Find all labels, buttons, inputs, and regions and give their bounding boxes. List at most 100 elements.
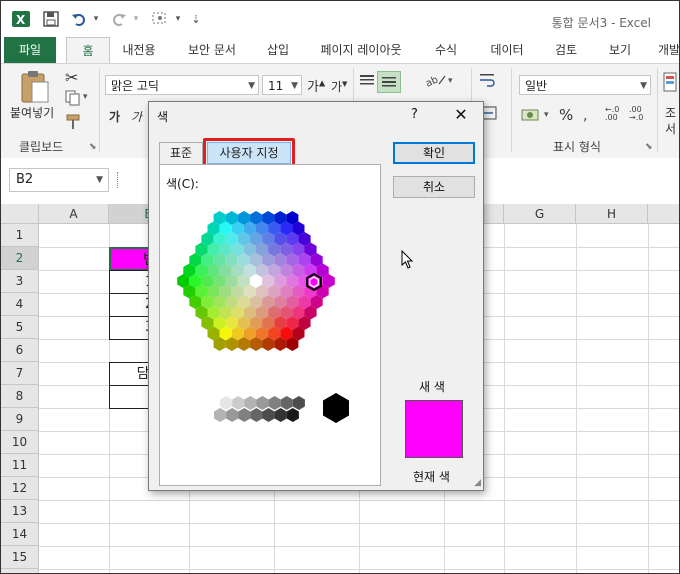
- orientation-dropdown-icon[interactable]: ▾: [448, 76, 453, 86]
- gray-hex-cell[interactable]: [250, 408, 263, 422]
- tab-home[interactable]: 홈: [66, 37, 110, 63]
- save-icon[interactable]: [41, 9, 61, 29]
- gray-hex-cell[interactable]: [262, 408, 275, 422]
- conditional-format-icon[interactable]: [663, 72, 677, 95]
- row-header[interactable]: 5: [1, 316, 39, 339]
- shrink-font-icon[interactable]: 가▼: [331, 78, 347, 95]
- redo-icon[interactable]: [109, 9, 129, 29]
- percent-style-button[interactable]: %: [559, 106, 573, 124]
- cancel-button[interactable]: 취소: [393, 176, 475, 198]
- tab-file[interactable]: 파일: [4, 37, 56, 63]
- resize-grip-icon[interactable]: ◢: [474, 478, 481, 488]
- column-header-g[interactable]: G: [504, 204, 576, 224]
- accounting-format-icon[interactable]: [521, 107, 541, 126]
- touch-dropdown-icon[interactable]: ▾: [173, 9, 183, 29]
- ribbon-partial-top[interactable]: 조: [665, 104, 676, 121]
- tab-formulas[interactable]: 수식: [425, 37, 467, 63]
- tab-page-layout[interactable]: 페이지 레이아웃: [311, 37, 411, 63]
- copy-icon[interactable]: [65, 90, 81, 109]
- row-header[interactable]: 12: [1, 477, 39, 500]
- redo-dropdown-icon[interactable]: ▾: [131, 9, 141, 29]
- ok-button[interactable]: 확인: [393, 142, 475, 164]
- gray-hex-cell[interactable]: [274, 408, 287, 422]
- font-name-select[interactable]: 맑은 고딕 ▼: [105, 75, 259, 95]
- svg-text:X: X: [16, 13, 26, 27]
- comma-style-icon[interactable]: ,: [583, 108, 587, 124]
- row-header[interactable]: 11: [1, 454, 39, 477]
- font-size-select[interactable]: 11 ▼: [262, 75, 302, 95]
- row-header[interactable]: 1: [1, 224, 39, 247]
- undo-icon[interactable]: [69, 9, 89, 29]
- column-header-h[interactable]: H: [576, 204, 648, 224]
- name-box[interactable]: B2 ▼: [9, 168, 109, 192]
- cut-icon[interactable]: ✂: [65, 68, 78, 87]
- ribbon-tabs: 파일 홈 내전용 보안 문서 삽입 페이지 레이아웃 수식 데이터 검토 보기 …: [1, 37, 679, 63]
- column-header-a[interactable]: A: [39, 204, 109, 224]
- mouse-cursor-icon: [401, 249, 415, 273]
- gray-hex-cell[interactable]: [238, 408, 251, 422]
- help-button[interactable]: ?: [411, 107, 418, 122]
- undo-dropdown-icon[interactable]: ▾: [91, 9, 101, 29]
- copy-dropdown-icon[interactable]: ▾: [83, 92, 88, 102]
- gray-hex-cell[interactable]: [220, 396, 233, 410]
- gray-hex-cell[interactable]: [292, 396, 305, 410]
- close-icon[interactable]: ✕: [449, 104, 473, 126]
- dialog-title: 색: [157, 110, 169, 124]
- clipboard-launcher-icon[interactable]: ⬊: [89, 142, 97, 152]
- ribbon-partial-bottom[interactable]: 서: [665, 120, 676, 137]
- row-header[interactable]: 13: [1, 500, 39, 523]
- tab-insert[interactable]: 삽입: [257, 37, 299, 63]
- number-format-select[interactable]: 일반 ▼: [519, 75, 651, 95]
- row-header[interactable]: 2: [1, 247, 39, 270]
- accounting-dropdown-icon[interactable]: ▾: [544, 110, 549, 120]
- tab-view[interactable]: 보기: [599, 37, 641, 63]
- gray-hex-cell[interactable]: [280, 396, 293, 410]
- italic-button[interactable]: 가: [131, 108, 142, 125]
- row-header[interactable]: 7: [1, 362, 39, 385]
- row-header[interactable]: 15: [1, 546, 39, 569]
- gray-hex-cell[interactable]: [268, 396, 281, 410]
- gray-hex-cell[interactable]: [207, 396, 221, 410]
- row-header[interactable]: 16: [1, 569, 39, 573]
- formula-divider[interactable]: [117, 172, 122, 188]
- tab-developer[interactable]: 개발: [651, 37, 679, 63]
- black-hex-cell[interactable]: [323, 393, 349, 423]
- select-all-corner[interactable]: [1, 204, 39, 224]
- new-color-label: 새 색: [419, 380, 445, 394]
- tab-my-content[interactable]: 내전용: [113, 37, 165, 63]
- format-painter-icon[interactable]: [65, 114, 81, 133]
- row-header[interactable]: 8: [1, 385, 39, 408]
- clipboard-group-label: 클립보드: [19, 140, 64, 154]
- tab-standard[interactable]: 표준: [159, 142, 203, 164]
- touch-mode-icon[interactable]: [149, 9, 171, 29]
- color-hexagon-palette[interactable]: [160, 189, 382, 429]
- customize-qat-icon[interactable]: ⇣: [189, 9, 203, 29]
- gray-hex-cell[interactable]: [214, 408, 227, 422]
- row-header[interactable]: 3: [1, 270, 39, 293]
- column-header-blank[interactable]: [648, 204, 679, 224]
- row-header[interactable]: 10: [1, 431, 39, 454]
- tab-data[interactable]: 데이터: [481, 37, 533, 63]
- align-top-icon[interactable]: [359, 74, 375, 91]
- orientation-icon[interactable]: ab: [424, 72, 447, 91]
- decrease-decimal-icon[interactable]: .00 →.0: [629, 106, 643, 122]
- row-header[interactable]: 14: [1, 523, 39, 546]
- row-header[interactable]: 4: [1, 293, 39, 316]
- grow-font-icon[interactable]: 가▲: [307, 76, 325, 95]
- gray-hex-cell[interactable]: [226, 408, 239, 422]
- paste-icon[interactable]: [19, 70, 51, 107]
- increase-decimal-icon[interactable]: ←.0.00: [605, 106, 619, 122]
- wrap-text-icon[interactable]: [479, 72, 497, 91]
- gray-hex-cell[interactable]: [256, 396, 269, 410]
- row-header[interactable]: 6: [1, 339, 39, 362]
- tab-review[interactable]: 검토: [545, 37, 587, 63]
- gray-hex-cell[interactable]: [232, 396, 245, 410]
- align-middle-button[interactable]: [377, 71, 401, 93]
- row-header[interactable]: 9: [1, 408, 39, 431]
- tab-security-docs[interactable]: 보안 문서: [177, 37, 247, 63]
- gray-hex-cell[interactable]: [244, 396, 257, 410]
- bold-button[interactable]: 가: [109, 108, 120, 125]
- paste-label[interactable]: 붙여넣기: [10, 104, 54, 121]
- number-launcher-icon[interactable]: ⬊: [645, 142, 653, 152]
- gray-hex-cell[interactable]: [286, 408, 299, 422]
